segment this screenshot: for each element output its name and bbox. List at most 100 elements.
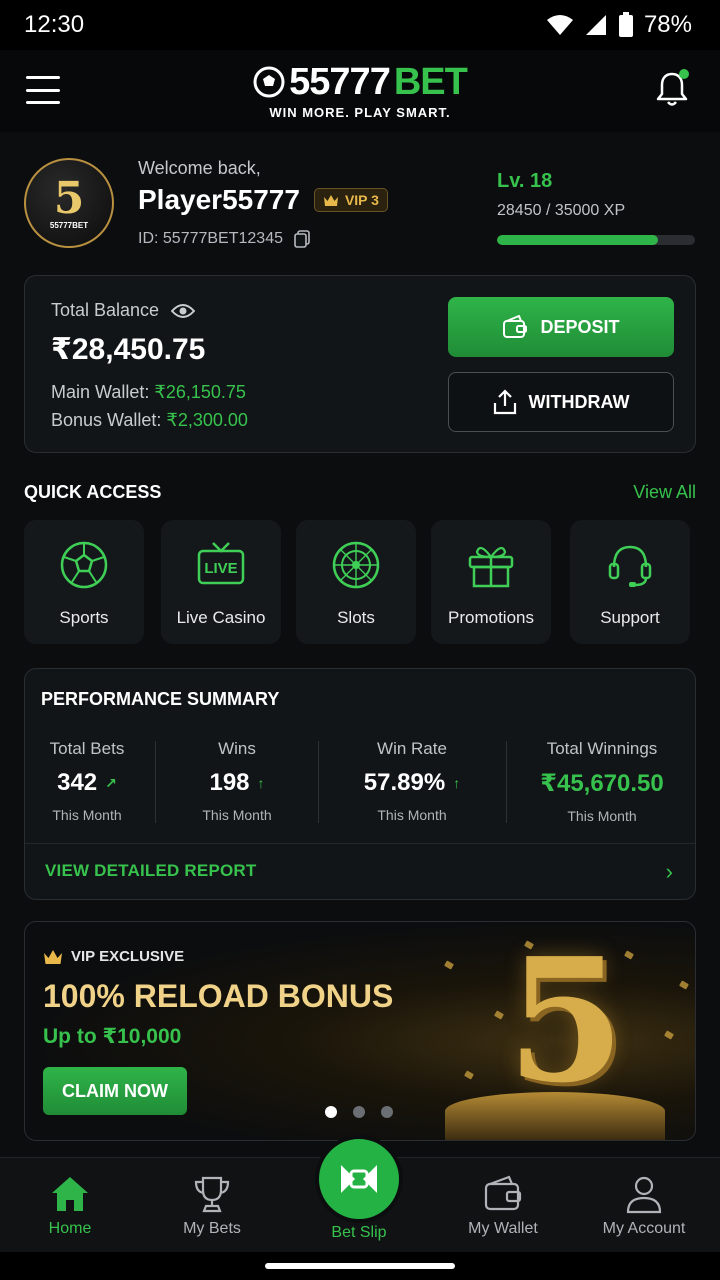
quick-access-live-casino[interactable]: LIVE Live Casino xyxy=(161,520,281,644)
wallet-deposit-icon xyxy=(503,315,528,338)
view-all-link[interactable]: View All xyxy=(633,482,696,503)
view-detailed-report-link[interactable]: VIEW DETAILED REPORT xyxy=(45,861,256,881)
live-tv-icon: LIVE xyxy=(196,540,246,590)
nav-home[interactable]: Home xyxy=(10,1158,130,1253)
battery-percent: 78% xyxy=(643,11,692,38)
quick-access-promotions[interactable]: Promotions xyxy=(431,520,551,644)
quick-access-label: Support xyxy=(600,608,660,627)
profile-section: 5 55777BET Welcome back, Player55777 VIP… xyxy=(0,132,720,272)
home-indicator[interactable] xyxy=(265,1263,455,1269)
status-bar: 12:30 78% xyxy=(0,0,720,50)
player-id-text: ID: 55777BET12345 xyxy=(138,230,283,247)
vip-level: VIP 3 xyxy=(344,192,379,208)
stat-wins: Wins 198 ↑ This Month xyxy=(185,739,289,823)
wifi-icon xyxy=(546,15,573,35)
promo-banner[interactable]: 5 VIP EXCLUSIVE 100% RELOAD BONUS Up to … xyxy=(24,921,696,1141)
stat-divider xyxy=(318,741,319,823)
status-time: 12:30 xyxy=(24,11,85,38)
stat-sub: This Month xyxy=(52,807,122,823)
battery-icon xyxy=(618,12,633,37)
bet-slip-label: Bet Slip xyxy=(331,1224,387,1241)
nav-my-account[interactable]: My Account xyxy=(584,1158,704,1253)
quick-access-label: Live Casino xyxy=(176,608,266,627)
bet-slip-button[interactable] xyxy=(315,1135,403,1223)
total-balance-label: Total Balance xyxy=(51,300,196,321)
deposit-button[interactable]: DEPOSIT xyxy=(448,297,674,357)
carousel-dots xyxy=(325,1106,393,1118)
stat-sub: This Month xyxy=(202,807,272,823)
stat-heading: Wins xyxy=(218,739,256,758)
avatar-brand-text: 55777BET xyxy=(49,220,89,230)
brand-bet: BET xyxy=(393,60,468,103)
withdraw-button[interactable]: WITHDRAW xyxy=(448,372,674,432)
signal-icon xyxy=(585,15,606,35)
menu-button[interactable] xyxy=(26,76,60,104)
brand-number: 55777 xyxy=(289,60,391,103)
stat-value: ₹45,670.50 xyxy=(540,770,664,797)
gesture-bar xyxy=(0,1252,720,1280)
vip-badge: VIP 3 xyxy=(313,188,388,212)
xp-progress-fill xyxy=(497,235,658,245)
avatar[interactable]: 5 55777BET xyxy=(24,158,114,248)
performance-title: PERFORMANCE SUMMARY xyxy=(41,689,280,709)
carousel-dot[interactable] xyxy=(381,1106,393,1118)
copy-icon[interactable] xyxy=(293,230,311,248)
player-id: ID: 55777BET12345 xyxy=(138,230,311,248)
brand-logo[interactable]: 55777 BET WIN MORE. PLAY SMART. xyxy=(253,60,468,120)
balance-card: Total Balance ₹28,450.75 Main Wallet: ₹2… xyxy=(24,275,696,453)
performance-summary-card: PERFORMANCE SUMMARY Total Bets 342 ↗ This… xyxy=(24,668,696,900)
quick-access-slots[interactable]: Slots xyxy=(296,520,416,644)
nav-label: My Bets xyxy=(183,1220,241,1237)
stat-total-winnings: Total Winnings ₹45,670.50 This Month xyxy=(521,739,683,824)
crown-icon xyxy=(323,194,338,206)
total-balance-amount: ₹28,450.75 xyxy=(51,333,206,366)
quick-access-sports[interactable]: Sports xyxy=(24,520,144,644)
bonus-wallet-value: ₹2,300.00 xyxy=(166,410,248,430)
trophy-icon xyxy=(190,1172,234,1216)
quick-access-support[interactable]: Support xyxy=(570,520,690,644)
chevron-right-icon[interactable]: › xyxy=(666,859,673,885)
headset-icon xyxy=(605,540,655,590)
total-balance-label-text: Total Balance xyxy=(51,300,160,320)
nav-my-bets[interactable]: My Bets xyxy=(152,1158,272,1253)
quick-access-label: Slots xyxy=(337,608,375,627)
section-divider xyxy=(25,843,695,844)
avatar-number: 5 xyxy=(53,172,85,224)
vip-exclusive-text: VIP EXCLUSIVE xyxy=(71,948,185,965)
xp-text: 28450 / 35000 XP xyxy=(497,202,626,219)
promo-subtitle: Up to ₹10,000 xyxy=(43,1025,182,1048)
bonus-wallet-row: Bonus Wallet: ₹2,300.00 xyxy=(51,410,248,431)
xp-progress-bar xyxy=(497,235,695,245)
stat-divider xyxy=(155,741,156,823)
carousel-dot[interactable] xyxy=(353,1106,365,1118)
home-icon xyxy=(48,1172,92,1216)
nav-my-wallet[interactable]: My Wallet xyxy=(443,1158,563,1253)
stat-divider xyxy=(506,741,507,823)
stat-total-bets: Total Bets 342 ↗ This Month xyxy=(35,739,139,823)
stat-win-rate: Win Rate 57.89% ↑ This Month xyxy=(343,739,481,823)
nav-label: Home xyxy=(48,1220,92,1237)
notifications-button[interactable] xyxy=(654,68,690,108)
brand-tagline: WIN MORE. PLAY SMART. xyxy=(269,104,451,120)
carousel-dot[interactable] xyxy=(325,1106,337,1118)
gift-icon xyxy=(466,540,516,590)
svg-text:LIVE: LIVE xyxy=(204,560,237,577)
claim-now-button[interactable]: CLAIM NOW xyxy=(43,1067,187,1115)
stat-sub: This Month xyxy=(567,808,637,824)
stat-heading: Win Rate xyxy=(377,739,447,758)
player-level: Lv. 18 xyxy=(497,170,553,192)
main-wallet-label: Main Wallet: xyxy=(51,382,150,402)
stat-heading: Total Winnings xyxy=(546,739,658,758)
withdraw-label: WITHDRAW xyxy=(528,391,630,412)
promo-title: 100% RELOAD BONUS xyxy=(43,978,394,1014)
main-wallet-row: Main Wallet: ₹26,150.75 xyxy=(51,382,246,403)
promo-big-number: 5 xyxy=(506,921,625,1121)
quick-access-label: Sports xyxy=(59,608,109,627)
eye-icon[interactable] xyxy=(171,303,196,319)
wallet-icon xyxy=(481,1172,525,1216)
quick-access-label: Promotions xyxy=(448,608,534,627)
user-icon xyxy=(622,1172,666,1216)
roulette-icon xyxy=(331,540,381,590)
vip-exclusive-label: VIP EXCLUSIVE xyxy=(43,948,184,965)
arrow-up-icon: ↑ xyxy=(257,775,265,791)
